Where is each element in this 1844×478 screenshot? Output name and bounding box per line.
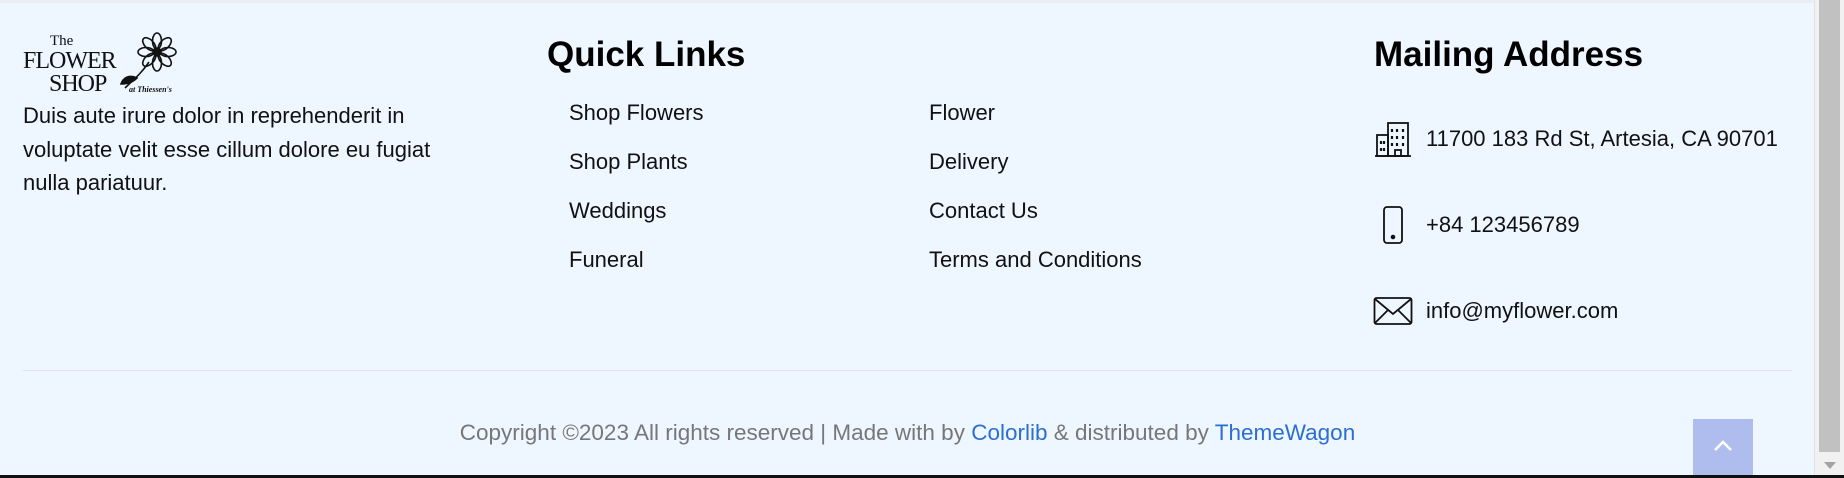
link-delivery[interactable]: Delivery bbox=[929, 145, 1142, 194]
chevron-up-icon bbox=[1712, 439, 1734, 456]
address-text: 11700 183 Rd St, Artesia, CA 90701 bbox=[1426, 126, 1778, 151]
svg-text:SHOP: SHOP bbox=[49, 71, 107, 97]
address-row: 11700 183 Rd St, Artesia, CA 90701 bbox=[1373, 119, 1778, 159]
copyright-middle: & distributed by bbox=[1053, 420, 1209, 445]
svg-text:at Thiessen's: at Thiessen's bbox=[129, 85, 172, 94]
phone-row: +84 123456789 bbox=[1373, 205, 1580, 245]
link-weddings[interactable]: Weddings bbox=[569, 194, 704, 243]
scroll-down-arrow-icon[interactable] bbox=[1824, 462, 1836, 469]
phone-text[interactable]: +84 123456789 bbox=[1426, 212, 1580, 238]
quick-links-column-1: Shop Flowers Shop Plants Weddings Funera… bbox=[569, 96, 704, 292]
phone-icon bbox=[1373, 205, 1413, 245]
scrollbar-thumb[interactable] bbox=[1819, 0, 1840, 452]
quick-links-heading: Quick Links bbox=[547, 35, 746, 74]
flower-shop-logo[interactable]: The FLOWER SHOP at Thiessen's bbox=[23, 30, 191, 98]
quick-links-column-2: Flower Delivery Contact Us Terms and Con… bbox=[929, 96, 1142, 292]
mailing-address-heading: Mailing Address bbox=[1374, 35, 1644, 74]
link-terms-and-conditions[interactable]: Terms and Conditions bbox=[929, 243, 1142, 292]
copyright-prefix: Copyright ©2023 All rights reserved | Ma… bbox=[459, 420, 965, 445]
themewagon-link[interactable]: ThemeWagon bbox=[1215, 420, 1355, 445]
footer-description: Duis aute irure dolor in reprehenderit i… bbox=[23, 103, 431, 195]
svg-text:The: The bbox=[50, 33, 74, 49]
email-row: info@myflower.com bbox=[1373, 291, 1618, 331]
building-icon bbox=[1373, 119, 1413, 159]
envelope-icon bbox=[1373, 291, 1413, 331]
vertical-scrollbar[interactable] bbox=[1814, 0, 1844, 475]
link-contact-us[interactable]: Contact Us bbox=[929, 194, 1142, 243]
link-funeral[interactable]: Funeral bbox=[569, 243, 704, 292]
copyright-text: Copyright ©2023 All rights reserved | Ma… bbox=[0, 420, 1815, 446]
footer-divider bbox=[23, 370, 1792, 371]
link-flower[interactable]: Flower bbox=[929, 96, 1142, 145]
link-shop-flowers[interactable]: Shop Flowers bbox=[569, 96, 704, 145]
email-text[interactable]: info@myflower.com bbox=[1426, 298, 1618, 324]
back-to-top-button[interactable] bbox=[1693, 419, 1753, 475]
colorlib-link[interactable]: Colorlib bbox=[971, 420, 1047, 445]
link-shop-plants[interactable]: Shop Plants bbox=[569, 145, 704, 194]
